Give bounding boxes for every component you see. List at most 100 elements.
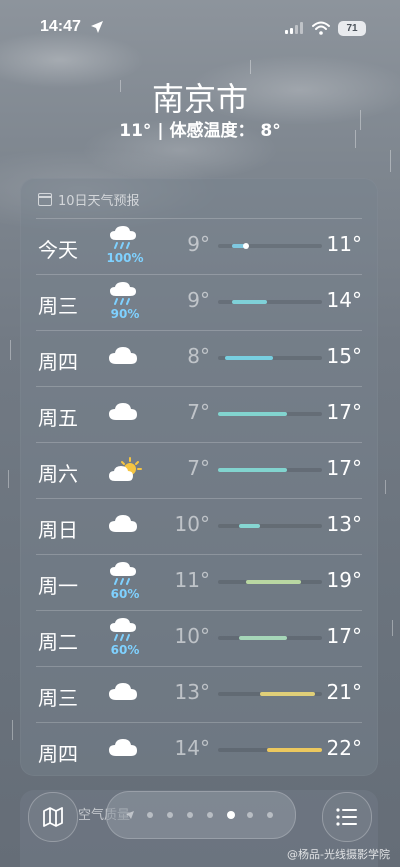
high-temperature: 19°	[326, 568, 362, 592]
temperature-range-bar	[224, 356, 274, 360]
rain-icon	[110, 618, 136, 641]
status-bar: 14:47 71	[0, 0, 400, 60]
precipitation-chance: 60%	[110, 643, 140, 657]
forecast-card-title: 10日天气预报	[58, 194, 140, 209]
low-temperature: 8°	[187, 344, 210, 368]
ten-day-forecast-card[interactable]: 10日天气预报 今天 100% 9° 11° 周三 90% 9° 14° 周四 8° 15° 周五 7°…	[20, 178, 378, 776]
high-temperature: 13°	[326, 512, 362, 536]
low-temperature: 11°	[174, 568, 210, 592]
forecast-row[interactable]: 周一 60% 11° 19°	[20, 554, 378, 610]
temperature-range-track	[218, 580, 322, 584]
status-time: 14:47	[40, 18, 81, 35]
current-temperature-summary: 11° | 体感温度： 8°	[119, 121, 281, 141]
row-divider	[36, 554, 362, 555]
weather-icon-container	[108, 456, 142, 498]
high-temperature: 14°	[326, 288, 362, 312]
forecast-card-header: 10日天气预报	[38, 190, 140, 209]
forecast-day: 周五	[38, 406, 78, 430]
map-icon	[43, 807, 63, 827]
page-dot[interactable]	[147, 812, 153, 818]
forecast-row[interactable]: 周六 7° 17°	[20, 442, 378, 498]
cloud-icon	[109, 515, 137, 532]
wifi-icon	[312, 21, 330, 35]
forecast-row[interactable]: 周四 14° 22°	[20, 722, 378, 778]
low-temperature: 7°	[187, 456, 210, 480]
row-divider	[36, 330, 362, 331]
forecast-day: 周三	[38, 294, 78, 318]
city-name: 南京市	[151, 80, 248, 118]
forecast-day: 周一	[38, 574, 78, 598]
low-temperature: 9°	[187, 232, 210, 256]
partly-sunny-icon	[109, 457, 142, 481]
row-divider	[36, 386, 362, 387]
high-temperature: 17°	[326, 400, 362, 424]
weather-icon-container	[108, 736, 142, 778]
list-icon	[336, 808, 357, 826]
page-dot[interactable]	[167, 812, 173, 818]
rain-streak	[385, 480, 386, 494]
rain-streak	[250, 60, 251, 74]
temperature-range-bar	[218, 468, 288, 472]
forecast-row[interactable]: 周日 10° 13°	[20, 498, 378, 554]
calendar-icon	[38, 193, 52, 206]
location-page-icon	[126, 811, 134, 819]
temperature-range-bar	[259, 692, 316, 696]
cloud-icon	[109, 347, 137, 364]
forecast-day: 周二	[38, 630, 78, 654]
page-dot[interactable]	[187, 812, 193, 818]
row-divider	[36, 666, 362, 667]
row-divider	[36, 274, 362, 275]
temperature-range-bar	[218, 412, 288, 416]
page-dot[interactable]	[227, 811, 235, 819]
high-temperature: 17°	[326, 624, 362, 648]
page-dot[interactable]	[267, 812, 273, 818]
rain-streak	[390, 150, 391, 172]
page-dot[interactable]	[207, 812, 213, 818]
low-temperature: 9°	[187, 288, 210, 312]
row-divider	[36, 442, 362, 443]
forecast-day: 周六	[38, 462, 78, 486]
row-divider	[36, 610, 362, 611]
cloud-icon	[109, 739, 137, 756]
cloud-icon	[109, 683, 137, 700]
high-temperature: 17°	[326, 456, 362, 480]
weather-icon-container	[108, 400, 142, 442]
rain-icon	[110, 282, 136, 305]
temperature-range-track	[218, 468, 322, 472]
forecast-day: 周三	[38, 686, 78, 710]
temperature-range-track	[218, 243, 322, 249]
row-divider	[36, 218, 362, 219]
forecast-day: 今天	[38, 238, 78, 262]
rain-icon	[110, 562, 136, 585]
forecast-row[interactable]: 周五 7° 17°	[20, 386, 378, 442]
forecast-day: 周四	[38, 742, 78, 766]
precipitation-chance: 90%	[110, 307, 140, 321]
temperature-range-track	[218, 692, 322, 696]
temperature-range-track	[218, 300, 322, 304]
high-temperature: 11°	[326, 232, 362, 256]
temperature-range-track	[218, 524, 322, 528]
page-indicator[interactable]	[106, 791, 296, 839]
forecast-row[interactable]: 周二 60% 10° 17°	[20, 610, 378, 666]
forecast-day: 周四	[38, 350, 78, 374]
temperature-range-track	[218, 412, 322, 416]
rain-streak	[8, 470, 9, 488]
precipitation-chance: 100%	[106, 251, 144, 265]
weather-icon-container	[108, 344, 142, 386]
low-temperature: 10°	[174, 624, 210, 648]
city-list-button[interactable]	[322, 792, 372, 842]
temperature-range-bar	[266, 748, 322, 752]
map-button[interactable]	[28, 792, 78, 842]
forecast-row[interactable]: 周三 90% 9° 14°	[20, 274, 378, 330]
page-dot[interactable]	[247, 812, 253, 818]
rain-icon	[110, 226, 136, 249]
forecast-row[interactable]: 今天 100% 9° 11°	[20, 218, 378, 274]
forecast-row[interactable]: 周四 8° 15°	[20, 330, 378, 386]
weather-icon-container	[108, 680, 142, 722]
temperature-range-track	[218, 356, 322, 360]
temperature-range-bar	[238, 636, 288, 640]
forecast-row[interactable]: 周三 13° 21°	[20, 666, 378, 722]
battery-indicator: 71	[338, 21, 366, 36]
cloud-icon	[109, 403, 137, 420]
high-temperature: 15°	[326, 344, 362, 368]
